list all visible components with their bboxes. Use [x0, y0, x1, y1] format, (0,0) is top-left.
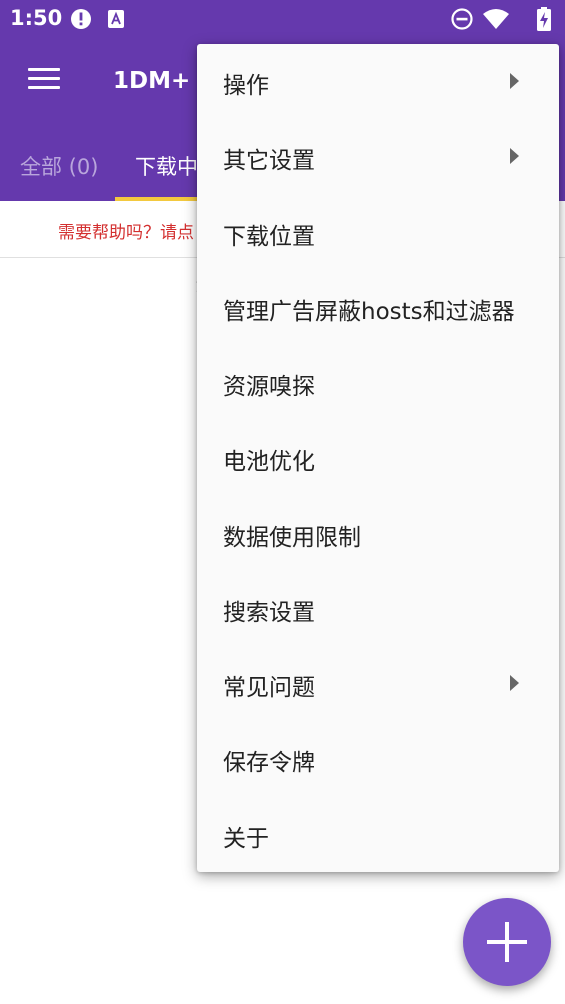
menu-item-save-token[interactable]: 保存令牌	[197, 721, 559, 796]
menu-item-label: 搜索设置	[223, 600, 315, 626]
alert-circle-icon	[71, 9, 91, 29]
menu-item-battery-optimization[interactable]: 电池优化	[197, 420, 559, 495]
wifi-icon	[483, 9, 509, 29]
menu-item-adblock-hosts[interactable]: 管理广告屏蔽hosts和过滤器	[197, 270, 559, 345]
menu-item-label: 常见问题	[223, 675, 315, 701]
menu-item-search-settings[interactable]: 搜索设置	[197, 571, 559, 646]
help-text[interactable]: 需要帮助吗？请点	[58, 218, 194, 243]
menu-item-label: 保存令牌	[223, 750, 315, 776]
menu-item-other-settings[interactable]: 其它设置	[197, 119, 559, 194]
menu-item-resource-sniffer[interactable]: 资源嗅探	[197, 345, 559, 420]
menu-item-label: 关于	[223, 826, 269, 852]
do-not-disturb-icon	[451, 8, 473, 30]
menu-item-label: 电池优化	[223, 449, 315, 475]
submenu-arrow-icon	[510, 73, 519, 89]
status-time: 1:50	[10, 6, 63, 30]
app-title: 1DM+	[113, 68, 191, 94]
battery-charging-icon	[537, 7, 551, 31]
overflow-menu: 操作 其它设置 下载位置 管理广告屏蔽hosts和过滤器 资源嗅探 电池优化 数…	[197, 44, 559, 872]
menu-item-label: 下载位置	[223, 224, 315, 250]
menu-item-operations[interactable]: 操作	[197, 44, 559, 119]
add-download-button[interactable]	[463, 898, 551, 986]
status-bar: 1:50	[0, 0, 565, 38]
menu-item-faq[interactable]: 常见问题	[197, 646, 559, 721]
menu-item-download-location[interactable]: 下载位置	[197, 195, 559, 270]
submenu-arrow-icon	[510, 675, 519, 691]
tab-downloading[interactable]: 下载中	[135, 151, 198, 181]
menu-item-label: 资源嗅探	[223, 374, 315, 400]
menu-item-label: 操作	[223, 73, 269, 99]
hamburger-menu-icon[interactable]	[28, 68, 60, 94]
accessibility-a-icon	[108, 10, 124, 28]
tab-all[interactable]: 全部 (0)	[20, 151, 98, 181]
menu-item-label: 其它设置	[223, 148, 315, 174]
menu-item-data-usage-limit[interactable]: 数据使用限制	[197, 496, 559, 571]
menu-item-about[interactable]: 关于	[197, 797, 559, 872]
menu-item-label: 数据使用限制	[223, 525, 361, 551]
submenu-arrow-icon	[510, 148, 519, 164]
menu-item-label: 管理广告屏蔽hosts和过滤器	[223, 299, 515, 325]
